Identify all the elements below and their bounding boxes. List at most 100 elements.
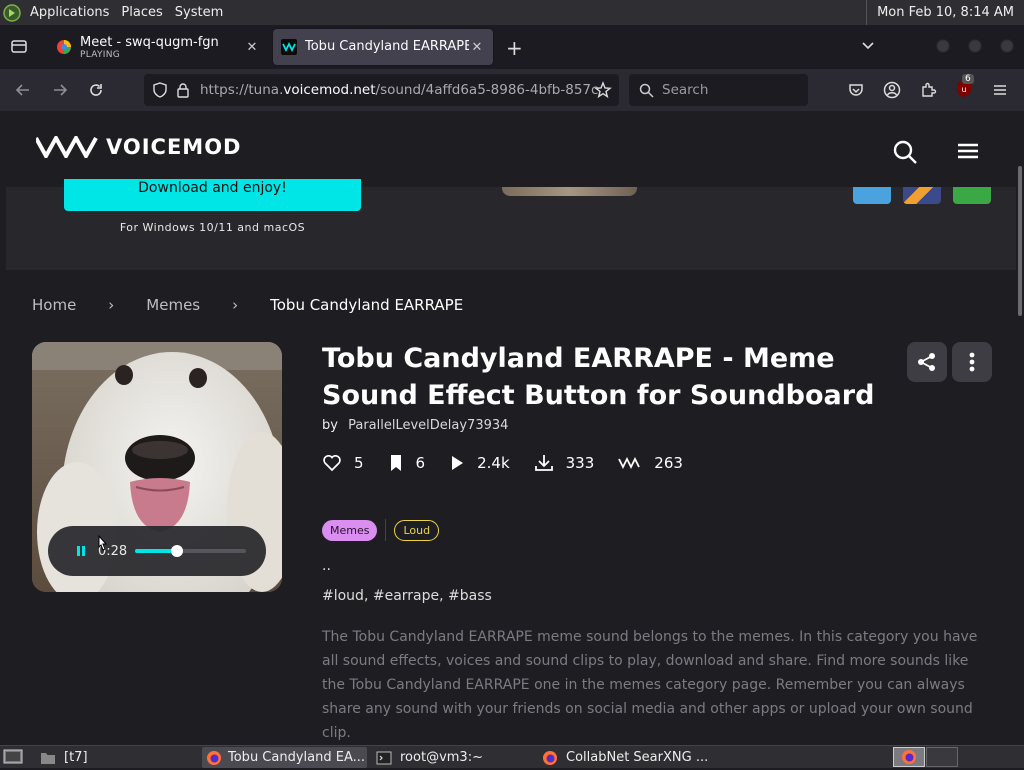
reload-icon[interactable] xyxy=(87,81,105,103)
back-icon[interactable] xyxy=(14,81,32,103)
tab-meet[interactable]: Meet - swq-qugm-fgn PLAYING ✕ xyxy=(48,29,268,65)
likes-count: 5 xyxy=(354,454,364,472)
lock-icon[interactable] xyxy=(176,82,190,98)
site-search-icon[interactable] xyxy=(892,139,918,169)
bottom-taskbar: [t7] Tobu Candyland EA... root@vm3:~ Col… xyxy=(0,745,1024,768)
panel-clock[interactable]: Mon Feb 10, 8:14 AM xyxy=(866,0,1024,25)
audio-player: 0:28 xyxy=(48,526,266,576)
firefox-icon xyxy=(542,750,558,766)
app-menu-icon[interactable] xyxy=(992,82,1008,102)
sound-title: Tobu Candyland EARRAPE - Meme Sound Effe… xyxy=(322,343,875,411)
task-label: CollabNet SearXNG ... xyxy=(566,750,709,765)
heart-icon xyxy=(323,454,341,472)
workspace-switcher[interactable] xyxy=(893,747,925,767)
hashtags: #loud, #earrape, #bass xyxy=(322,588,492,604)
logo-text: VOICEMOD xyxy=(106,135,242,159)
sound-description: The Tobu Candyland EARRAPE meme sound be… xyxy=(322,629,978,741)
voicemod-logo[interactable]: VOICEMOD xyxy=(36,135,242,159)
chevron-right-icon: › xyxy=(108,296,115,314)
banner-image xyxy=(502,187,637,196)
account-icon[interactable] xyxy=(883,81,901,103)
share-button[interactable] xyxy=(907,342,947,382)
tracking-protection-icon[interactable] xyxy=(152,82,168,98)
downloads-count: 333 xyxy=(565,454,595,472)
app-store-icon[interactable] xyxy=(853,187,891,204)
close-tab-icon[interactable]: ✕ xyxy=(244,40,260,55)
whatsapp-icon[interactable] xyxy=(953,187,991,204)
site-header: VOICEMOD xyxy=(0,111,1024,187)
pause-icon[interactable] xyxy=(76,545,86,557)
breadcrumb-memes[interactable]: Memes xyxy=(146,296,200,314)
task-label: Tobu Candyland EA... xyxy=(228,750,366,765)
url-bar[interactable]: https://tuna. voicemod.net/sound/4affd6a5… xyxy=(144,74,619,106)
workspace-2[interactable] xyxy=(926,747,958,767)
saves-count: 6 xyxy=(415,454,426,472)
stats-row: 5 6 2.4k 333 263 xyxy=(322,454,707,472)
window-maximize-icon[interactable] xyxy=(968,39,982,53)
author-link[interactable]: ParallelLevelDelay73934 xyxy=(348,418,508,433)
site-menu-icon[interactable] xyxy=(957,142,979,164)
menu-places[interactable]: Places xyxy=(115,0,168,25)
likes-stat[interactable]: 5 xyxy=(322,454,364,472)
voicemod-uses-stat: 263 xyxy=(618,454,683,472)
tags-row: Memes Loud xyxy=(322,519,440,541)
progress-knob[interactable] xyxy=(171,545,184,557)
plays-stat: 2.4k xyxy=(449,454,510,472)
downloads-stat[interactable]: 333 xyxy=(534,454,595,472)
tab-strip: Meet - swq-qugm-fgn PLAYING ✕ Tobu Candy… xyxy=(0,25,1024,69)
terminal-icon xyxy=(376,751,392,765)
window-close-icon[interactable] xyxy=(1000,39,1014,53)
tag-memes[interactable]: Memes xyxy=(322,519,378,541)
download-button-label: Download and enjoy! xyxy=(138,180,287,196)
tag-loud[interactable]: Loud xyxy=(394,519,440,541)
short-description: .. xyxy=(322,558,331,574)
meet-favicon-icon xyxy=(56,39,72,55)
more-options-button[interactable] xyxy=(952,342,992,382)
chevron-right-icon: › xyxy=(232,296,239,314)
page-scrollbar[interactable] xyxy=(1018,166,1022,316)
tab-title: Meet - swq-qugm-fgn xyxy=(80,34,219,50)
download-button[interactable]: Download and enjoy! xyxy=(64,179,361,211)
task-terminal[interactable]: root@vm3:~ xyxy=(372,747,532,768)
bookmark-star-icon[interactable] xyxy=(594,81,612,103)
firefox-icon xyxy=(902,750,916,764)
tab-title: Tobu Candyland EARRAPE b xyxy=(305,39,469,54)
search-icon xyxy=(639,83,654,98)
search-bar[interactable]: Search xyxy=(629,74,808,106)
show-desktop-icon[interactable] xyxy=(3,748,23,770)
task-firefox-searxng[interactable]: CollabNet SearXNG ... xyxy=(538,747,718,768)
extensions-icon[interactable] xyxy=(919,81,937,103)
window-minimize-icon[interactable] xyxy=(936,39,950,53)
gnome-foot-icon[interactable] xyxy=(0,0,24,25)
top-panel: Applications Places System Mon Feb 10, 8… xyxy=(0,0,1024,25)
download-note: For Windows 10/11 and macOS xyxy=(119,221,306,234)
url-path: /sound/4affd6a5-8986-4bfb-857c xyxy=(375,82,599,98)
voicemod-uses-count: 263 xyxy=(654,454,683,472)
forward-icon[interactable] xyxy=(51,81,69,103)
page-content: VOICEMOD Download and enjoy! For Windows… xyxy=(0,111,1024,745)
google-play-icon[interactable] xyxy=(903,187,941,204)
tab-overview-icon[interactable] xyxy=(10,37,28,59)
task-t7[interactable]: [t7] xyxy=(36,747,196,768)
new-tab-icon[interactable]: + xyxy=(506,36,523,60)
play-icon xyxy=(452,456,464,470)
menu-system[interactable]: System xyxy=(169,0,229,25)
breadcrumb-home[interactable]: Home xyxy=(32,296,76,314)
download-banner: Download and enjoy! For Windows 10/11 an… xyxy=(6,179,1016,270)
byline: by ParallelLevelDelay73934 xyxy=(322,418,508,433)
close-tab-icon[interactable]: ✕ xyxy=(469,40,485,55)
saves-stat[interactable]: 6 xyxy=(388,454,426,472)
voicemod-favicon-icon xyxy=(281,39,297,55)
plays-count: 2.4k xyxy=(477,454,510,472)
progress-slider[interactable] xyxy=(135,545,247,557)
menu-applications[interactable]: Applications xyxy=(24,0,115,25)
by-label: by xyxy=(322,418,338,433)
pocket-icon[interactable] xyxy=(847,81,865,103)
share-icon xyxy=(918,353,935,371)
tab-voicemod[interactable]: Tobu Candyland EARRAPE b ✕ xyxy=(273,29,493,65)
mouse-cursor-icon xyxy=(96,534,110,557)
voicemod-icon xyxy=(618,456,641,470)
list-all-tabs-icon[interactable] xyxy=(860,37,876,57)
task-firefox-voicemod[interactable]: Tobu Candyland EA... xyxy=(202,747,367,768)
more-vertical-icon xyxy=(969,352,975,372)
